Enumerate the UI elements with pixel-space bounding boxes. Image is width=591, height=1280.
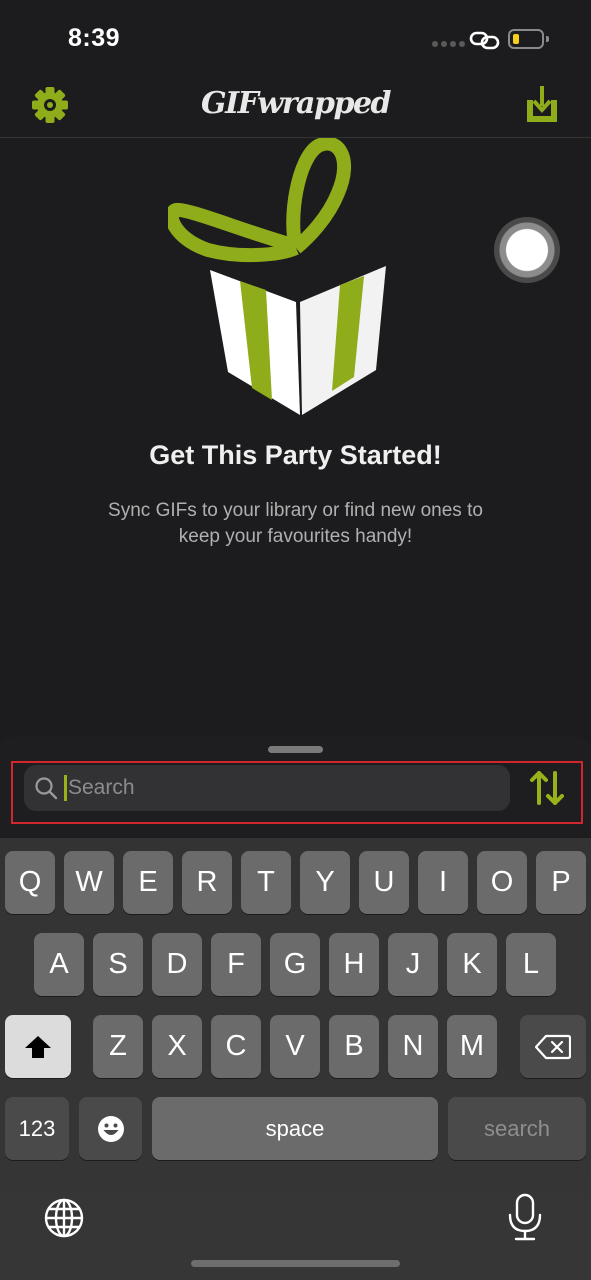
key-h[interactable]: H (329, 933, 379, 996)
download-tray-icon[interactable] (522, 82, 562, 126)
text-caret (64, 775, 67, 801)
shift-icon (25, 1035, 51, 1058)
key-j[interactable]: J (388, 933, 438, 996)
key-l[interactable]: L (506, 933, 556, 996)
home-indicator[interactable] (191, 1260, 400, 1267)
search-input[interactable] (68, 776, 488, 800)
key-u[interactable]: U (359, 851, 409, 914)
nav-bar: GIFwrapped (0, 80, 591, 138)
sheet-grabber[interactable] (268, 746, 323, 753)
globe-icon[interactable] (42, 1196, 86, 1240)
numbers-key[interactable]: 123 (5, 1097, 69, 1160)
status-bar: 8:39 (0, 0, 591, 80)
key-y[interactable]: Y (300, 851, 350, 914)
key-v[interactable]: V (270, 1015, 320, 1078)
search-field[interactable] (24, 765, 510, 811)
space-key[interactable]: space (152, 1097, 438, 1160)
key-r[interactable]: R (182, 851, 232, 914)
signal-icon (432, 41, 465, 47)
key-z[interactable]: Z (93, 1015, 143, 1078)
key-b[interactable]: B (329, 1015, 379, 1078)
key-t[interactable]: T (241, 851, 291, 914)
app-title: GIFwrapped (200, 86, 392, 121)
key-n[interactable]: N (388, 1015, 438, 1078)
search-icon (35, 777, 58, 800)
key-i[interactable]: I (418, 851, 468, 914)
key-x[interactable]: X (152, 1015, 202, 1078)
key-p[interactable]: P (536, 851, 586, 914)
key-a[interactable]: A (34, 933, 84, 996)
key-o[interactable]: O (477, 851, 527, 914)
sort-arrows-icon[interactable] (528, 768, 566, 808)
key-k[interactable]: K (447, 933, 497, 996)
assistive-touch-button[interactable] (494, 217, 560, 283)
key-f[interactable]: F (211, 933, 261, 996)
emoji-key[interactable] (79, 1097, 142, 1160)
search-key[interactable]: search (448, 1097, 586, 1160)
key-m[interactable]: M (447, 1015, 497, 1078)
key-d[interactable]: D (152, 933, 202, 996)
status-time: 8:39 (68, 24, 121, 52)
delete-icon (535, 1034, 571, 1059)
emoji-icon (97, 1115, 124, 1142)
key-e[interactable]: E (123, 851, 173, 914)
microphone-icon[interactable] (507, 1193, 543, 1243)
shift-key[interactable] (5, 1015, 71, 1078)
battery-icon (508, 29, 544, 49)
link-icon (469, 31, 500, 50)
delete-key[interactable] (520, 1015, 586, 1078)
key-q[interactable]: Q (5, 851, 55, 914)
key-w[interactable]: W (64, 851, 114, 914)
key-s[interactable]: S (93, 933, 143, 996)
gift-illustration (168, 138, 386, 415)
key-c[interactable]: C (211, 1015, 261, 1078)
battery-cap (546, 36, 549, 42)
key-g[interactable]: G (270, 933, 320, 996)
empty-state-subtitle: Sync GIFs to your library or find new on… (108, 500, 483, 547)
empty-state-title: Get This Party Started! (149, 440, 442, 470)
